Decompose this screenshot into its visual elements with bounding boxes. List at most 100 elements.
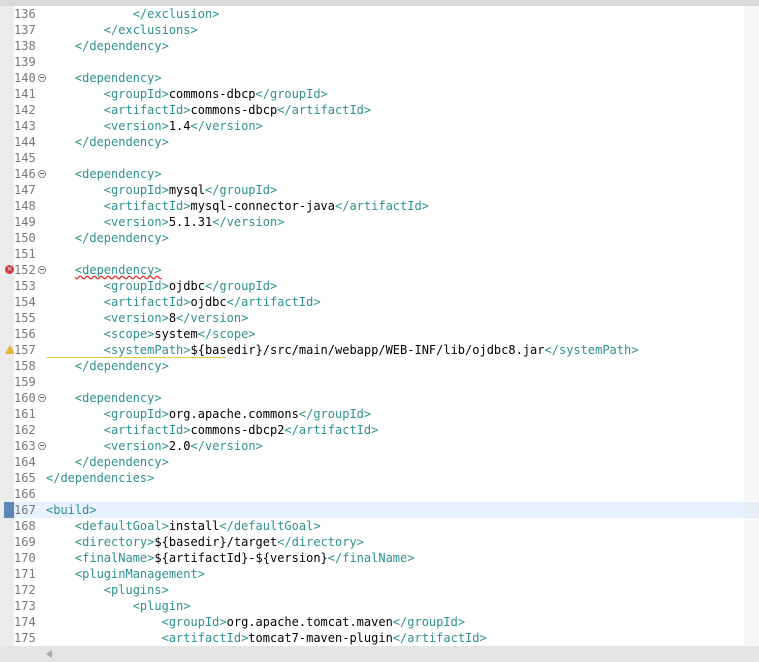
code-text: <systemPath>${basedir}/src/main/webapp/W… bbox=[46, 342, 639, 358]
line-number: 138 bbox=[14, 39, 36, 53]
xml-text: ojdbc bbox=[168, 279, 205, 293]
code-line[interactable]: 165 </dependencies> bbox=[14, 470, 744, 486]
xml-tag: </version> bbox=[190, 439, 263, 453]
code-text: <version>1.4</version> bbox=[46, 118, 263, 134]
code-line[interactable]: 161 <groupId>org.apache.commons</groupId… bbox=[14, 406, 744, 422]
code-line[interactable]: 173 <plugin> bbox=[14, 598, 744, 614]
xml-tag: </systemPath> bbox=[544, 343, 639, 357]
code-line[interactable]: 149 <version>5.1.31</version> bbox=[14, 214, 744, 230]
xml-tag: </exclusions> bbox=[103, 23, 198, 37]
code-text: <groupId>org.apache.commons</groupId> bbox=[46, 406, 371, 422]
code-line[interactable]: 156 <scope>system</scope> bbox=[14, 326, 744, 342]
line-number: 173 bbox=[14, 599, 36, 613]
code-line[interactable]: 170 <finalName>${artifactId}-${version}<… bbox=[14, 550, 744, 566]
line-number: 164 bbox=[14, 455, 36, 469]
xml-text: 8 bbox=[168, 311, 177, 325]
xml-tag: </exclusion> bbox=[132, 7, 220, 21]
code-line[interactable]: 162 <artifactId>commons-dbcp2</artifactI… bbox=[14, 422, 744, 438]
line-number: 136 bbox=[14, 7, 36, 21]
collapse-icon[interactable] bbox=[38, 170, 46, 178]
code-line[interactable]: 174 <groupId>org.apache.tomcat.maven</gr… bbox=[14, 614, 744, 630]
xml-tag: </dependency> bbox=[74, 455, 169, 469]
xml-tag: </dependencies> bbox=[46, 471, 155, 485]
code-line[interactable]: 172 <plugins> bbox=[14, 582, 744, 598]
xml-tag: </version> bbox=[176, 311, 249, 325]
code-line[interactable]: 166 bbox=[14, 486, 744, 502]
code-text: <artifactId>ojdbc</artifactId> bbox=[46, 294, 321, 310]
code-line[interactable]: 163 <version>2.0</version> bbox=[14, 438, 744, 454]
line-number: 139 bbox=[14, 55, 36, 69]
collapse-icon[interactable] bbox=[38, 74, 46, 82]
horizontal-scrollbar[interactable] bbox=[0, 646, 759, 662]
code-line[interactable]: 169 <directory>${basedir}/target</direct… bbox=[14, 534, 744, 550]
code-line[interactable]: 167 <build> bbox=[14, 502, 744, 518]
code-text: <version>2.0</version> bbox=[46, 438, 263, 454]
code-line[interactable]: 150 </dependency> bbox=[14, 230, 744, 246]
code-line[interactable]: 160 <dependency> bbox=[14, 390, 744, 406]
code-line[interactable]: 144 </dependency> bbox=[14, 134, 744, 150]
code-line[interactable]: 157 <systemPath>${basedir}/src/main/weba… bbox=[14, 342, 744, 358]
collapse-icon[interactable] bbox=[38, 266, 46, 274]
code-line[interactable]: 151 bbox=[14, 246, 744, 262]
code-line[interactable]: 168 <defaultGoal>install</defaultGoal> bbox=[14, 518, 744, 534]
xml-tag: <groupId> bbox=[103, 407, 169, 421]
code-line[interactable]: 143 <version>1.4</version> bbox=[14, 118, 744, 134]
xml-tag: <artifactId> bbox=[103, 199, 191, 213]
collapse-icon[interactable] bbox=[38, 442, 46, 450]
code-line[interactable]: 155 <version>8</version> bbox=[14, 310, 744, 326]
xml-text: 5.1.31 bbox=[168, 215, 213, 229]
marker-gutter[interactable]: × bbox=[0, 6, 15, 646]
code-editor[interactable]: 136 </exclusion> 137 </exclusions> 138 </d… bbox=[14, 6, 744, 646]
code-line[interactable]: 142 <artifactId>commons-dbcp</artifactId… bbox=[14, 102, 744, 118]
line-number: 168 bbox=[14, 519, 36, 533]
xml-tag: <artifactId> bbox=[103, 295, 191, 309]
code-line[interactable]: 148 <artifactId>mysql-connector-java</ar… bbox=[14, 198, 744, 214]
code-line[interactable]: 175 <artifactId>tomcat7-maven-plugin</ar… bbox=[14, 630, 744, 646]
code-line[interactable]: 146 <dependency> bbox=[14, 166, 744, 182]
code-line[interactable]: 145 bbox=[14, 150, 744, 166]
code-line[interactable]: 140 <dependency> bbox=[14, 70, 744, 86]
xml-tag: <defaultGoal> bbox=[74, 519, 169, 533]
code-text: <groupId>mysql</groupId> bbox=[46, 182, 277, 198]
code-line[interactable]: 153 <groupId>ojdbc</groupId> bbox=[14, 278, 744, 294]
code-line[interactable]: 139 bbox=[14, 54, 744, 70]
xml-tag: <version> bbox=[103, 119, 169, 133]
code-line[interactable]: 154 <artifactId>ojdbc</artifactId> bbox=[14, 294, 744, 310]
overview-ruler[interactable] bbox=[744, 6, 759, 646]
code-text: <version>8</version> bbox=[46, 310, 249, 326]
code-text: <groupId>ojdbc</groupId> bbox=[46, 278, 277, 294]
code-line[interactable]: 141 <groupId>commons-dbcp</groupId> bbox=[14, 86, 744, 102]
code-text: <build> bbox=[46, 502, 97, 518]
code-line[interactable]: 152 <dependency> bbox=[14, 262, 744, 278]
code-text: <directory>${basedir}/target</directory> bbox=[46, 534, 364, 550]
code-line[interactable]: 136 </exclusion> bbox=[14, 6, 744, 22]
code-line[interactable]: 164 </dependency> bbox=[14, 454, 744, 470]
error-icon[interactable]: × bbox=[5, 265, 14, 274]
xml-tag: <version> bbox=[103, 439, 169, 453]
xml-tag: <plugin> bbox=[132, 599, 191, 613]
line-number: 159 bbox=[14, 375, 36, 389]
code-line[interactable]: 159 bbox=[14, 374, 744, 390]
line-number: 156 bbox=[14, 327, 36, 341]
code-text: </dependency> bbox=[46, 38, 169, 54]
xml-tag: <build> bbox=[46, 503, 97, 517]
line-number: 151 bbox=[14, 247, 36, 261]
line-number: 167 bbox=[14, 503, 36, 517]
xml-tag: <pluginManagement> bbox=[74, 567, 205, 581]
collapse-icon[interactable] bbox=[38, 394, 46, 402]
xml-text: org.apache.commons bbox=[168, 407, 299, 421]
xml-tag: </defaultGoal> bbox=[219, 519, 321, 533]
code-line[interactable]: 138 </dependency> bbox=[14, 38, 744, 54]
chevron-left-icon[interactable] bbox=[46, 650, 52, 658]
line-number: 165 bbox=[14, 471, 36, 485]
code-text: </exclusions> bbox=[46, 22, 198, 38]
code-text: <dependency> bbox=[46, 70, 162, 86]
code-line[interactable]: 171 <pluginManagement> bbox=[14, 566, 744, 582]
code-line[interactable]: 147 <groupId>mysql</groupId> bbox=[14, 182, 744, 198]
line-number: 146 bbox=[14, 167, 36, 181]
line-number: 171 bbox=[14, 567, 36, 581]
xml-text: commons-dbcp bbox=[190, 103, 278, 117]
xml-tag: <artifactId> bbox=[103, 423, 191, 437]
code-line[interactable]: 137 </exclusions> bbox=[14, 22, 744, 38]
code-line[interactable]: 158 </dependency> bbox=[14, 358, 744, 374]
